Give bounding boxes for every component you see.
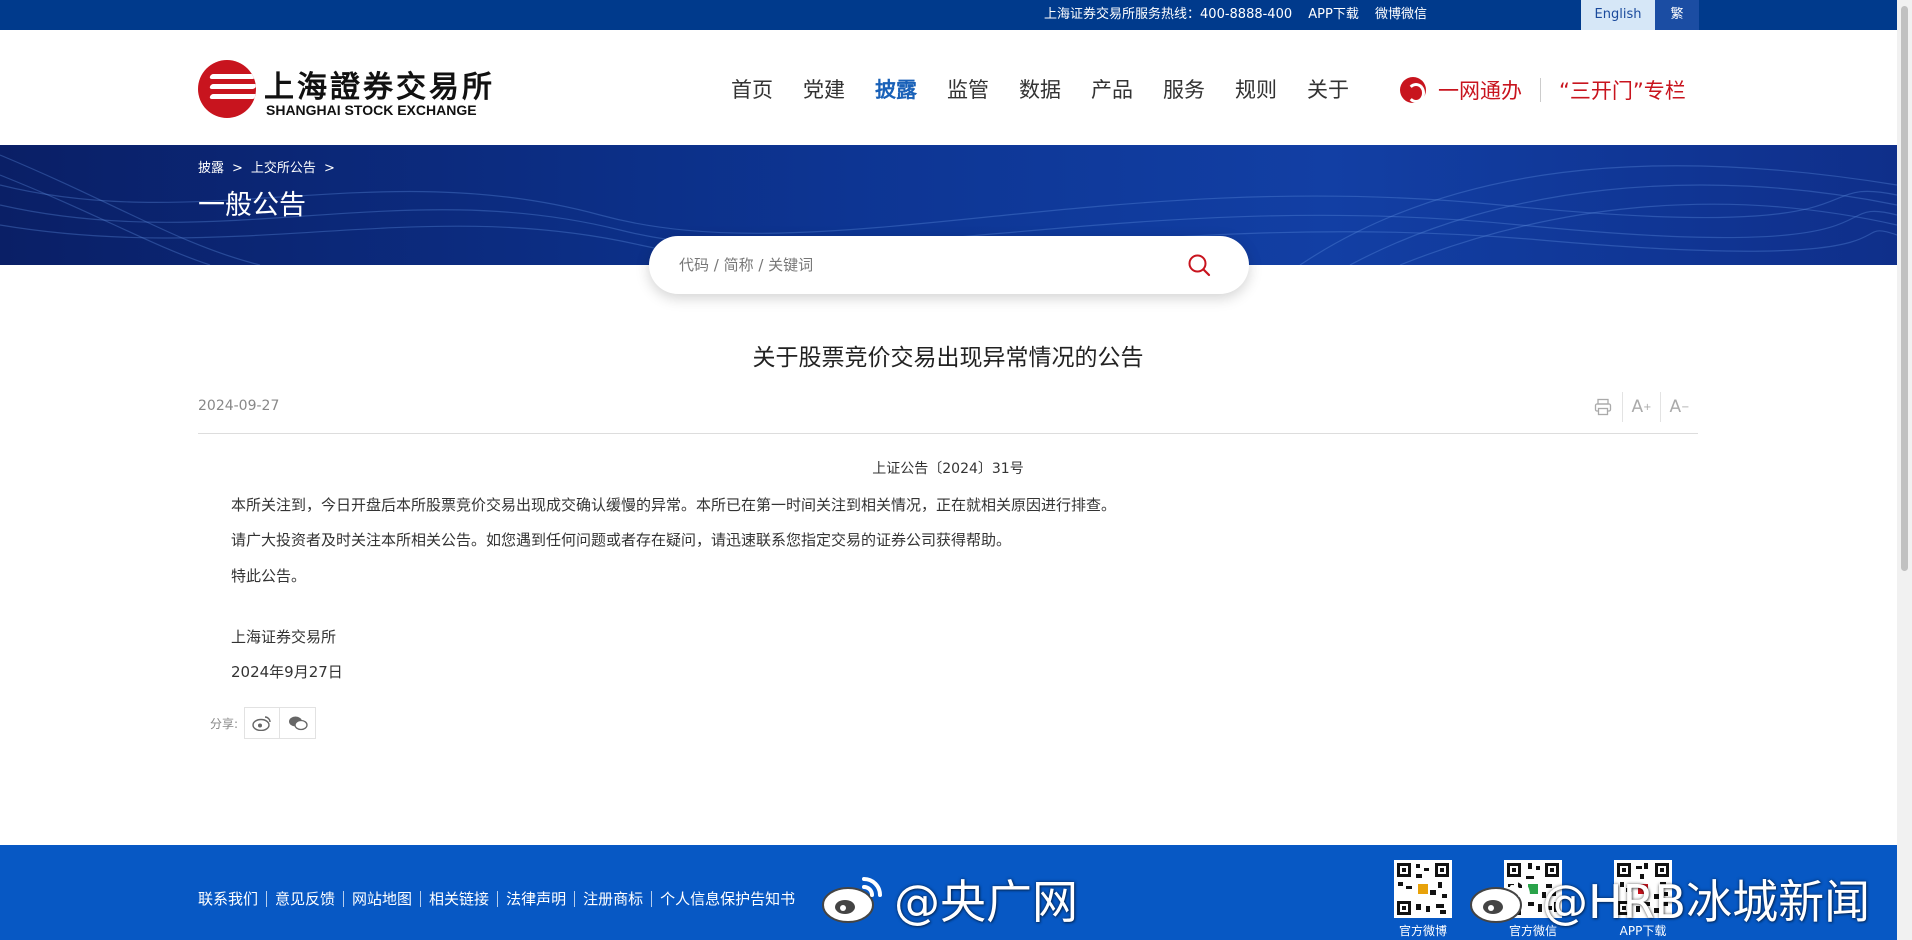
footer-link-contact[interactable]: 联系我们 (198, 891, 266, 907)
topbar-links: 上海证券交易所服务热线：400-8888-400 APP下载 微博微信 (1032, 0, 1427, 30)
breadcrumb-sse-announcements[interactable]: 上交所公告 (251, 161, 316, 176)
weibo-wechat-link[interactable]: 微博微信 (1375, 7, 1427, 22)
qr-code-icon (1394, 860, 1452, 918)
share-bar: 分享: (210, 707, 317, 739)
language-traditional-chinese[interactable]: 繁 (1655, 0, 1699, 30)
qr-caption: 官方微博 (1398, 924, 1447, 938)
breadcrumb-chevron-icon: > (323, 161, 335, 176)
top-utility-bar: 上海证券交易所服务热线：400-8888-400 APP下载 微博微信 Engl… (0, 0, 1897, 30)
article-paragraph: 请广大投资者及时关注本所相关公告。如您遇到任何问题或者存在疑问，请迅速联系您指定… (231, 531, 1012, 549)
wechat-icon (288, 716, 308, 731)
logo-chinese-name: 上海證券交易所 (264, 70, 495, 105)
weibo-logo-icon (822, 877, 882, 923)
service-hotline: 上海证券交易所服务热线：400-8888-400 (1044, 7, 1293, 22)
header-quicklinks: 一网通办 “三开门”专栏 (1400, 72, 1686, 108)
language-english[interactable]: English (1581, 0, 1655, 30)
search-box (649, 236, 1249, 294)
weibo-logo-icon (1470, 877, 1530, 923)
article-signature: 上海证券交易所 (231, 628, 337, 646)
one-stop-service-link[interactable]: 一网通办 (1438, 75, 1522, 105)
article-paragraph: 特此公告。 (231, 567, 307, 585)
share-weibo-button[interactable] (244, 707, 281, 739)
font-decrease-label: A (1669, 397, 1682, 417)
nav-services[interactable]: 服务 (1148, 72, 1220, 108)
nav-party-building[interactable]: 党建 (788, 72, 860, 108)
article-date: 2024-09-27 (198, 398, 280, 414)
footer-link-related[interactable]: 相关链接 (420, 891, 497, 907)
watermark-hrb-text: @HRB冰城新闻 (1542, 875, 1871, 929)
breadcrumb: 披露 > 上交所公告 > (198, 157, 343, 176)
article-tools: A + A − (1584, 392, 1698, 422)
nav-home[interactable]: 首页 (716, 72, 788, 108)
footer-links: 联系我们 意见反馈 网站地图 相关链接 法律声明 注册商标 个人信息保护告知书 (198, 891, 803, 907)
watermark-cnr-text: @央广网 (894, 875, 1078, 929)
font-decrease-button[interactable]: A − (1660, 392, 1698, 422)
minus-icon: − (1681, 401, 1690, 413)
scrollbar-thumb[interactable] (1901, 6, 1908, 571)
search-icon[interactable] (1187, 253, 1211, 277)
page-title: 一般公告 (198, 190, 306, 221)
page: 上海证券交易所服务热线：400-8888-400 APP下载 微博微信 Engl… (0, 0, 1912, 940)
print-icon[interactable] (1584, 392, 1622, 422)
nav-data[interactable]: 数据 (1004, 72, 1076, 108)
plus-icon: + (1643, 401, 1652, 413)
sse-emblem-icon (198, 60, 256, 118)
weibo-icon (252, 716, 271, 731)
main-navigation: 首页 党建 披露 监管 数据 产品 服务 规则 关于 (716, 72, 1364, 108)
nav-supervision[interactable]: 监管 (932, 72, 1004, 108)
font-increase-button[interactable]: A + (1622, 392, 1660, 422)
font-increase-label: A (1631, 397, 1644, 417)
article-title: 关于股票竞价交易出现异常情况的公告 (752, 345, 1144, 371)
nav-products[interactable]: 产品 (1076, 72, 1148, 108)
logo-english-name: SHANGHAI STOCK EXCHANGE (266, 102, 477, 118)
one-stop-icon (1400, 77, 1426, 103)
footer-link-privacy[interactable]: 个人信息保护告知书 (651, 891, 803, 907)
share-label: 分享: (210, 716, 239, 731)
watermark-cnr: @央广网 (820, 866, 1078, 932)
footer-link-legal[interactable]: 法律声明 (497, 891, 574, 907)
site-header: 上海證券交易所 SHANGHAI STOCK EXCHANGE 首页 党建 披露… (0, 30, 1897, 145)
quicklink-divider (1540, 78, 1541, 102)
qr-official-weibo[interactable]: 官方微博 (1393, 860, 1453, 939)
footer-link-sitemap[interactable]: 网站地图 (343, 891, 420, 907)
share-wechat-button[interactable] (280, 707, 317, 739)
app-download-link[interactable]: APP下载 (1308, 7, 1359, 22)
nav-about[interactable]: 关于 (1292, 72, 1364, 108)
nav-disclosure[interactable]: 披露 (860, 72, 932, 108)
breadcrumb-chevron-icon: > (232, 161, 243, 176)
search-input[interactable] (679, 250, 1159, 280)
breadcrumb-disclosure[interactable]: 披露 (198, 161, 224, 176)
nav-rules[interactable]: 规则 (1220, 72, 1292, 108)
article-paragraph: 本所关注到，今日开盘后本所股票竞价交易出现成交确认缓慢的异常。本所已在第一时间关… (231, 496, 1117, 514)
page-scrollbar[interactable] (1897, 0, 1912, 940)
sse-logo[interactable]: 上海證券交易所 SHANGHAI STOCK EXCHANGE (198, 60, 498, 122)
document-number: 上证公告〔2024〕31号 (872, 461, 1024, 477)
three-open-column-link[interactable]: “三开门”专栏 (1559, 75, 1686, 105)
footer-link-feedback[interactable]: 意见反馈 (266, 891, 343, 907)
article-sign-date: 2024年9月27日 (231, 663, 343, 681)
article-meta: 2024-09-27 A + A − (198, 392, 1698, 434)
footer-link-trademark[interactable]: 注册商标 (574, 891, 651, 907)
watermark-hrb: @HRB冰城新闻 (1468, 866, 1870, 932)
